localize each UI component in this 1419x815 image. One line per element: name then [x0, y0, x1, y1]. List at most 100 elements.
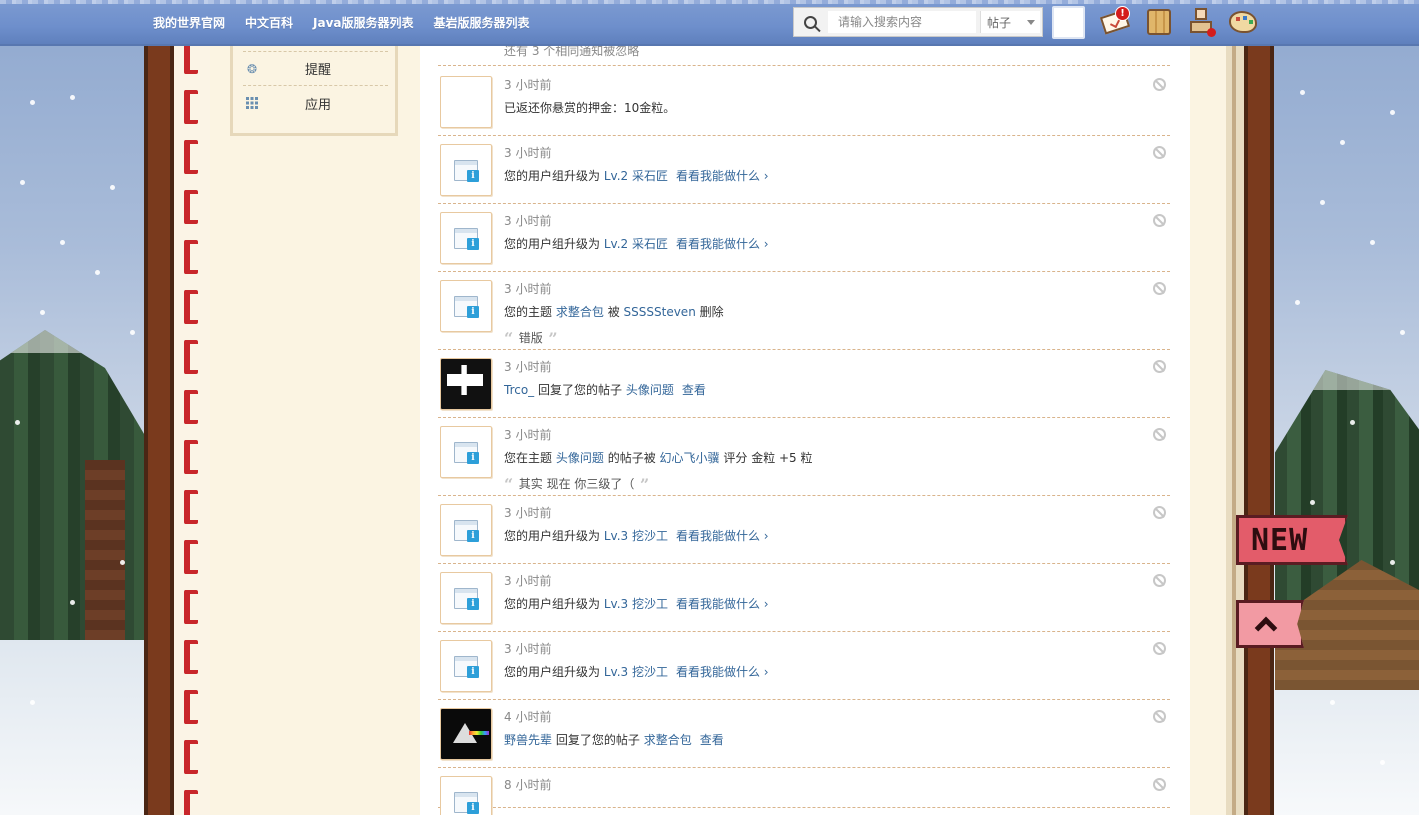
view-link[interactable]: 查看 [682, 383, 706, 397]
user-group-link[interactable]: Lv.3 挖沙工 [604, 597, 668, 611]
thread-link[interactable]: 头像问题 [626, 383, 674, 397]
notification-list: 3 小时前已返还你悬赏的押金：10金粒。3 小时前您的用户组升级为 Lv.2 采… [438, 68, 1170, 815]
snowflake [95, 270, 100, 275]
thread-link[interactable]: 头像问题 [556, 451, 604, 465]
notification-item: 3 小时前 Trco_ 回复了您的帖子 头像问题 查看 [438, 350, 1170, 418]
snowflake [15, 420, 20, 425]
notification-message: 回复了您的帖子 [555, 733, 640, 747]
user-group-link[interactable]: Lv.2 采石匠 [604, 169, 668, 183]
notification-time: 3 小时前 [504, 360, 552, 374]
search-input[interactable] [828, 11, 976, 33]
snowflake [120, 560, 125, 565]
notification-text: 您的用户组升级为 Lv.2 采石匠 看看我能做什么 › [504, 236, 1140, 252]
user-group-link[interactable]: Lv.2 采石匠 [604, 237, 668, 251]
nav-link-wiki[interactable]: 中文百科 [245, 14, 293, 31]
ignore-notice-icon[interactable] [1153, 642, 1166, 655]
ignore-notice-icon[interactable] [1153, 574, 1166, 587]
ignore-notice-icon[interactable] [1153, 146, 1166, 159]
search-icon [803, 15, 817, 29]
messages-button[interactable]: ! [1098, 6, 1132, 38]
system-notice-icon [440, 144, 492, 196]
user-link[interactable]: 幻心飞小骥 [660, 451, 720, 465]
snowflake [1370, 240, 1375, 245]
notification-message: 您的用户组升级为 [504, 597, 601, 611]
open-quote-icon: “ [504, 329, 519, 348]
snowflake [1390, 110, 1395, 115]
notification-body: 3 小时前 您的用户组升级为 Lv.3 挖沙工 看看我能做什么 › [504, 564, 1170, 612]
snowflake [1350, 420, 1355, 425]
ignore-notice-icon[interactable] [1153, 214, 1166, 227]
stitch-mark [184, 440, 198, 474]
ignore-notice-icon[interactable] [1153, 506, 1166, 519]
user-link[interactable]: 野兽先辈 [504, 733, 552, 747]
stitch-mark [184, 690, 198, 724]
side-nav-item-apps[interactable]: 应用 [243, 86, 388, 120]
chevron-down-icon [1027, 19, 1036, 25]
ignore-notice-icon[interactable] [1153, 78, 1166, 91]
ignore-notice-icon[interactable] [1153, 710, 1166, 723]
ignore-notice-icon[interactable] [1153, 778, 1166, 791]
quote-text: 其实 现在 你三级了（ [518, 477, 635, 491]
notification-message: 评分 金粒 +5 粒 [723, 451, 813, 465]
notification-time: 3 小时前 [504, 642, 552, 656]
view-link[interactable]: 查看 [700, 733, 724, 747]
snowflake [1330, 700, 1335, 705]
notification-text: 您的主题 求整合包 被 SSSSSteven 删除 [504, 304, 1140, 320]
user-avatar-thumb[interactable] [440, 708, 492, 760]
see-permissions-link[interactable]: 看看我能做什么 › [676, 597, 769, 611]
see-permissions-link[interactable]: 看看我能做什么 › [676, 529, 769, 543]
notification-item: 3 小时前您的用户组升级为 Lv.2 采石匠看看我能做什么 › [438, 204, 1170, 272]
notification-message: 您的用户组升级为 [504, 169, 601, 183]
ignore-notice-icon[interactable] [1153, 282, 1166, 295]
notification-text: Trco_ 回复了您的帖子 头像问题 查看 [504, 382, 1140, 398]
side-nav-item-reminder[interactable]: ❂ 提醒 [243, 52, 388, 86]
side-nav-label: 应用 [305, 97, 332, 113]
search-button[interactable] [794, 8, 826, 36]
notification-message: 回复了您的帖子 [538, 383, 623, 397]
side-nav-label: 提醒 [305, 63, 332, 78]
ignore-notice-icon[interactable] [1153, 428, 1166, 441]
stitch-mark [184, 790, 198, 815]
user-group-link[interactable]: Lv.3 挖沙工 [604, 529, 668, 543]
stitch-mark [184, 340, 198, 374]
search-type-select[interactable]: 帖子 [980, 11, 1040, 33]
crate-icon [1147, 9, 1171, 35]
stitch-mark [184, 190, 198, 224]
snowflake [1400, 330, 1405, 335]
see-permissions-link[interactable]: 看看我能做什么 › [676, 665, 769, 679]
ignore-notice-icon[interactable] [1153, 360, 1166, 373]
notification-message: 您的主题 [504, 305, 553, 319]
snowflake [1380, 760, 1385, 765]
snowflake [70, 95, 75, 100]
notification-text: 您在主题 头像问题 的帖子被 幻心飞小骥 评分 金粒 +5 粒 [504, 450, 1140, 466]
inventory-button[interactable] [1142, 6, 1176, 38]
close-quote-icon: ” [542, 329, 558, 348]
nav-link-official-site[interactable]: 我的世界官网 [153, 14, 225, 31]
thread-link[interactable]: 求整合包 [556, 305, 604, 319]
snowflake [1340, 140, 1345, 145]
back-to-top-icon [1254, 616, 1278, 640]
notification-message: 您的用户组升级为 [504, 665, 601, 679]
notification-message: 已返还你悬赏的押金：10金粒。 [504, 101, 676, 115]
snowflake [110, 185, 115, 190]
background-snow-left [0, 640, 150, 815]
user-group-link[interactable]: Lv.3 挖沙工 [604, 665, 668, 679]
ignored-notice-summary: 还有 3 个相同通知被忽略 [438, 43, 1170, 66]
user-avatar-thumb[interactable] [440, 358, 492, 410]
see-permissions-link[interactable]: 看看我能做什么 › [676, 237, 769, 251]
thread-link[interactable]: 求整合包 [644, 733, 692, 747]
nav-link-java-servers[interactable]: Java版服务器列表 [313, 14, 413, 31]
new-thread-button[interactable]: NEW [1236, 515, 1348, 565]
user-avatar[interactable] [1052, 6, 1085, 39]
user-link[interactable]: Trco_ [504, 383, 534, 397]
theme-button[interactable] [1226, 6, 1260, 38]
nav-link-bedrock-servers[interactable]: 基岩版服务器列表 [434, 14, 530, 31]
notification-time: 3 小时前 [504, 428, 552, 442]
notification-body: 3 小时前 您在主题 头像问题 的帖子被 幻心飞小骥 评分 金粒 +5 粒 “ 其实… [504, 418, 1170, 493]
profile-button[interactable] [1184, 6, 1218, 38]
back-to-top-button[interactable] [1236, 600, 1304, 648]
user-link[interactable]: SSSSSteven [624, 305, 696, 319]
see-permissions-link[interactable]: 看看我能做什么 › [676, 169, 769, 183]
snowflake [40, 310, 45, 315]
snowflake [1320, 200, 1325, 205]
